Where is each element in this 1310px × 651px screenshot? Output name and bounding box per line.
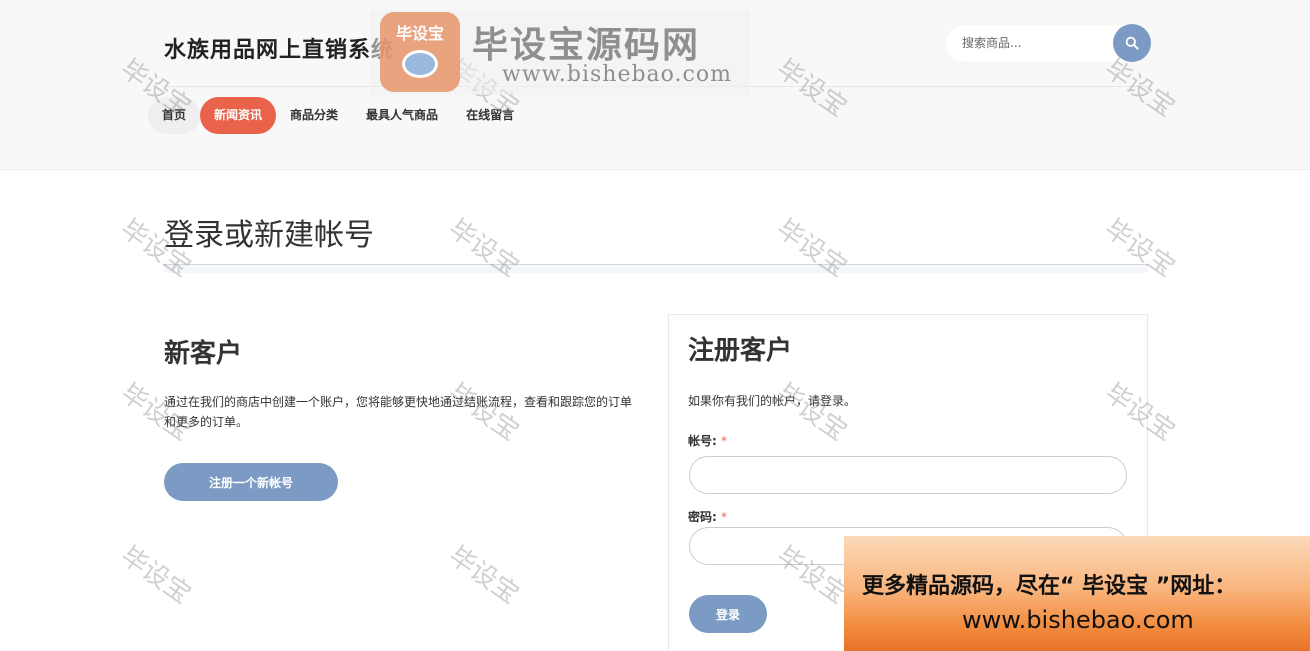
search-icon [1125,36,1139,50]
login-title: 注册客户 [688,336,793,366]
nav-item-popular[interactable]: 最具人气商品 [352,97,452,134]
site-header: 水族用品网上直销系统 首页 新闻资讯 商品分类 最具人气商品 在线留言 [0,0,1310,170]
watermark: 毕设宝 [115,540,197,611]
header-divider [164,86,1148,87]
required-mark: * [721,434,727,448]
search-bar [946,24,1151,62]
nav-item-home[interactable]: 首页 [148,97,201,134]
nav-item-categories[interactable]: 商品分类 [276,97,352,134]
nav-item-news[interactable]: 新闻资讯 [200,97,277,134]
promo-url: www.bishebao.com [962,606,1194,634]
page-title: 登录或新建帐号 [164,218,374,253]
required-mark: * [721,510,727,524]
password-label-text: 密码: [688,510,717,524]
watermark: 毕设宝 [443,540,525,611]
main-nav: 首页 新闻资讯 商品分类 最具人气商品 在线留言 [148,97,528,134]
search-button[interactable] [1113,24,1151,62]
account-label: 帐号: * [688,432,727,449]
nav-item-messages[interactable]: 在线留言 [452,97,528,134]
promo-banner: 更多精品源码，尽在“ 毕设宝 ”网址： www.bishebao.com [844,536,1310,651]
title-divider [164,264,1148,273]
login-button[interactable]: 登录 [689,595,767,633]
account-label-text: 帐号: [688,434,717,448]
login-description: 如果你有我们的帐户，请登录。 [688,394,857,408]
new-customer-description: 通过在我们的商店中创建一个账户，您将能够更快地通过结账流程，查看和跟踪您的订单和… [164,395,633,429]
register-button[interactable]: 注册一个新帐号 [164,463,338,501]
promo-text: 更多精品源码，尽在“ 毕设宝 ”网址： [862,574,1237,599]
search-input[interactable] [946,25,1116,61]
password-label: 密码: * [688,508,727,525]
site-title[interactable]: 水族用品网上直销系统 [164,32,394,64]
account-input[interactable] [689,456,1127,494]
new-customer-title: 新客户 [164,339,243,369]
